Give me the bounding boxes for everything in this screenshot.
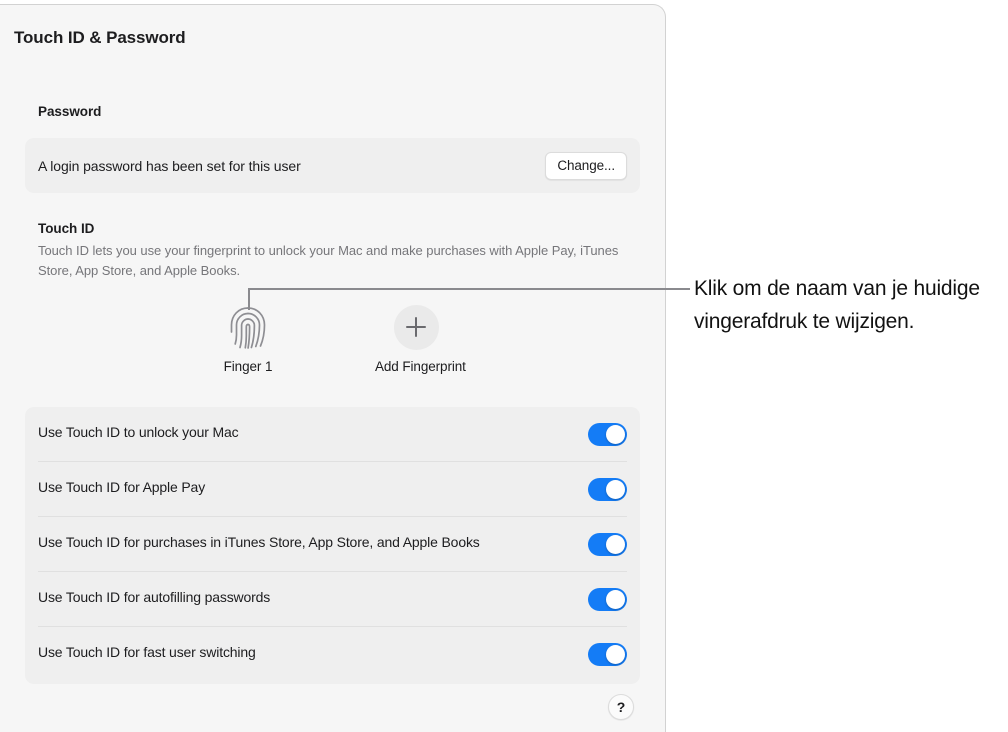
add-fingerprint-glyph-wrap xyxy=(375,301,457,353)
callout-leader-line-vertical xyxy=(248,288,250,310)
add-fingerprint-button[interactable] xyxy=(393,304,439,350)
touch-id-section-heading: Touch ID xyxy=(38,221,95,236)
password-status-row: A login password has been set for this u… xyxy=(25,138,640,193)
page-title: Touch ID & Password xyxy=(14,28,186,47)
toggle-knob xyxy=(606,645,625,664)
password-section-heading: Password xyxy=(38,104,102,119)
callout-text: Klik om de naam van je huidige vingerafd… xyxy=(694,277,980,333)
plus-icon xyxy=(406,317,426,337)
toggle-row-autofill-passwords[interactable]: Use Touch ID for autofilling passwords xyxy=(25,571,640,626)
password-status-text: A login password has been set for this u… xyxy=(38,157,301,174)
touch-id-options-card: Use Touch ID to unlock your Mac Use Touc… xyxy=(25,407,640,684)
plus-vertical-bar xyxy=(415,317,417,337)
toggle-label: Use Touch ID to unlock your Mac xyxy=(38,424,239,440)
callout-leader-line-horizontal xyxy=(248,288,690,290)
toggle-knob xyxy=(606,480,625,499)
toggle-row-purchases[interactable]: Use Touch ID for purchases in iTunes Sto… xyxy=(25,516,640,571)
touch-id-settings-panel: Touch ID & Password Password A login pas… xyxy=(0,4,666,732)
toggle-label: Use Touch ID for purchases in iTunes Sto… xyxy=(38,534,480,550)
toggle-switch-autofill-passwords[interactable] xyxy=(588,588,627,611)
toggle-switch-apple-pay[interactable] xyxy=(588,478,627,501)
toggle-switch-purchases[interactable] xyxy=(588,533,627,556)
password-card: A login password has been set for this u… xyxy=(25,138,640,193)
change-password-button[interactable]: Change... xyxy=(545,151,627,180)
add-fingerprint-label[interactable]: Add Fingerprint xyxy=(375,359,466,374)
toggle-row-fast-user-switching[interactable]: Use Touch ID for fast user switching xyxy=(25,626,640,681)
toggle-knob xyxy=(606,535,625,554)
toggle-switch-fast-user-switching[interactable] xyxy=(588,643,627,666)
toggle-switch-unlock-mac[interactable] xyxy=(588,423,627,446)
toggle-label: Use Touch ID for fast user switching xyxy=(38,644,256,660)
add-fingerprint-item[interactable]: Add Fingerprint xyxy=(375,301,466,374)
help-button[interactable]: ? xyxy=(608,694,634,720)
fingerprint-label[interactable]: Finger 1 xyxy=(207,359,289,374)
fingerprint-item-finger-1[interactable]: Finger 1 xyxy=(207,301,289,374)
toggle-row-unlock-mac[interactable]: Use Touch ID to unlock your Mac xyxy=(25,407,640,461)
toggle-knob xyxy=(606,425,625,444)
touch-id-description: Touch ID lets you use your fingerprint t… xyxy=(38,243,619,278)
toggle-knob xyxy=(606,590,625,609)
toggle-label: Use Touch ID for autofilling passwords xyxy=(38,589,271,605)
toggle-row-apple-pay[interactable]: Use Touch ID for Apple Pay xyxy=(25,461,640,516)
toggle-label: Use Touch ID for Apple Pay xyxy=(38,479,206,495)
fingerprint-list: Finger 1 Add Fingerprint xyxy=(207,301,466,374)
